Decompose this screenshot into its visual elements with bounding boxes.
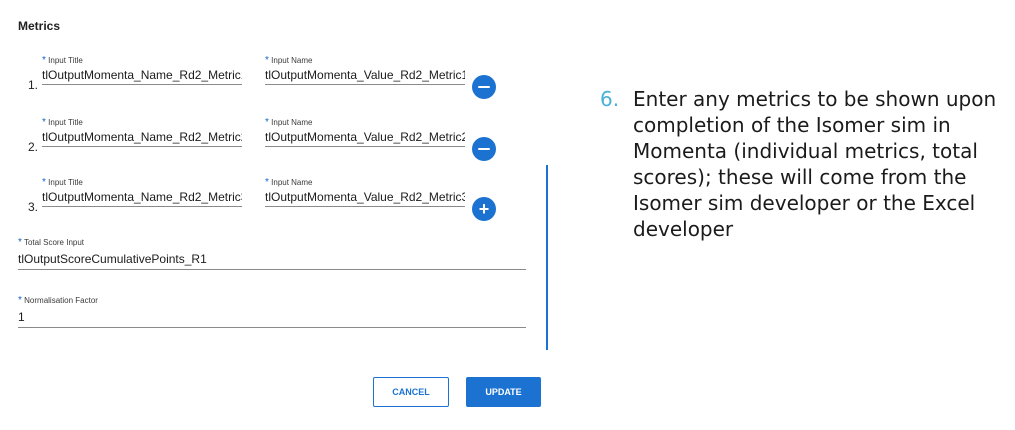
required-marker: * <box>42 177 46 188</box>
plus-icon: + <box>478 198 490 219</box>
input-title-field: * Input Title <box>42 117 242 147</box>
input-title-field: * Input Title <box>42 55 242 85</box>
required-marker: * <box>265 177 269 188</box>
add-metric-button[interactable]: + <box>472 197 496 221</box>
input-name-label: Input Name <box>271 118 313 127</box>
input-title-field: * Input Title <box>42 177 242 207</box>
required-marker: * <box>265 55 269 66</box>
remove-metric-button[interactable] <box>472 75 496 99</box>
minus-icon <box>478 85 490 89</box>
instruction-text: Enter any metrics to be shown upon compl… <box>633 87 997 241</box>
required-marker: * <box>18 237 22 248</box>
input-name-input[interactable] <box>265 188 465 207</box>
input-title-label: Input Title <box>48 118 83 127</box>
metric-row: 1. * Input Title * Input Name <box>0 55 520 105</box>
required-marker: * <box>42 117 46 128</box>
required-marker: * <box>265 117 269 128</box>
vertical-divider <box>546 165 548 350</box>
input-name-label: Input Name <box>271 178 313 187</box>
minus-icon <box>478 147 490 151</box>
input-name-input[interactable] <box>265 66 465 85</box>
normalisation-factor-field: * Normalisation Factor <box>18 295 526 328</box>
metric-row: 2. * Input Title * Input Name <box>0 117 520 167</box>
step-number: 6. <box>600 87 620 111</box>
metric-number: 1. <box>28 78 39 92</box>
cancel-button[interactable]: CANCEL <box>373 377 449 407</box>
update-button[interactable]: UPDATE <box>466 377 541 407</box>
total-score-field: * Total Score Input <box>18 237 526 270</box>
required-marker: * <box>18 295 22 306</box>
required-marker: * <box>42 55 46 66</box>
metric-number: 3. <box>28 200 39 214</box>
input-name-label: Input Name <box>271 56 313 65</box>
input-title-input[interactable] <box>42 128 242 147</box>
normalisation-factor-label: Normalisation Factor <box>24 296 98 305</box>
form-heading: Metrics <box>18 19 61 33</box>
input-title-input[interactable] <box>42 188 242 207</box>
input-name-input[interactable] <box>265 128 465 147</box>
total-score-input[interactable] <box>18 249 526 270</box>
input-name-field: * Input Name <box>265 117 465 147</box>
input-title-label: Input Title <box>48 178 83 187</box>
normalisation-factor-input[interactable] <box>18 307 526 328</box>
input-name-field: * Input Name <box>265 55 465 85</box>
input-title-input[interactable] <box>42 66 242 85</box>
total-score-label: Total Score Input <box>23 238 85 247</box>
metric-number: 2. <box>28 140 39 154</box>
input-name-field: * Input Name <box>265 177 465 207</box>
metric-row: 3. * Input Title * Input Name + <box>0 177 520 227</box>
input-title-label: Input Title <box>48 56 83 65</box>
remove-metric-button[interactable] <box>472 137 496 161</box>
